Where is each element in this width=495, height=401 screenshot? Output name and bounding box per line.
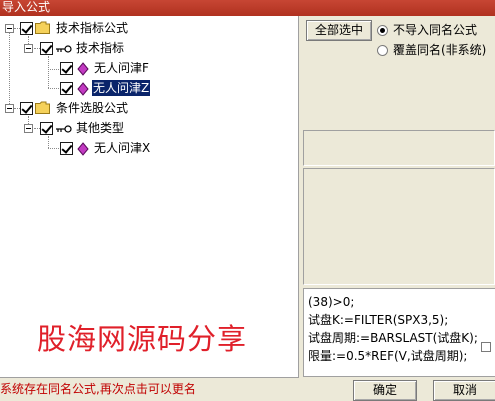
tree-node-label: 技术指标公式 (56, 21, 129, 35)
diamond-icon (76, 142, 90, 159)
radio-label: 不导入同名公式 (393, 23, 478, 37)
title-bar: 导入公式 (0, 0, 495, 16)
diamond-icon (76, 62, 90, 79)
radio-overwrite-duplicates[interactable]: 覆盖同名(非系统) (377, 42, 495, 58)
select-all-button[interactable]: 全部选中 (306, 20, 372, 41)
folder-icon (35, 21, 50, 37)
collapse-toggle[interactable] (5, 104, 14, 113)
tree-node-label: 无人问津X (94, 141, 151, 155)
node-checkbox[interactable] (20, 102, 33, 115)
diamond-icon (76, 82, 90, 99)
tree-node-label: 无人问津Z (92, 80, 151, 96)
tree-node-formula-group[interactable]: 技术指标公式 (0, 20, 200, 38)
info-panel-lower (303, 168, 495, 285)
tree-node-label: 其他类型 (76, 121, 125, 135)
collapse-toggle[interactable] (24, 124, 33, 133)
formula-tree[interactable]: 技术指标公式 技术指标 无人问津F 无人问津Z 条件选股公式 其他类型 无人问津… (0, 16, 299, 378)
tree-node-label: 无人问津F (94, 61, 149, 75)
radio-skip-duplicates[interactable]: 不导入同名公式 (377, 22, 495, 38)
tree-node-formula[interactable]: 无人问津F (0, 60, 200, 78)
radio-button[interactable] (377, 25, 388, 36)
cancel-button[interactable]: 取消 (433, 380, 495, 401)
collapse-toggle[interactable] (24, 44, 33, 53)
node-checkbox[interactable] (60, 82, 73, 95)
preview-option-checkbox[interactable] (481, 342, 491, 352)
formula-key-icon (56, 123, 72, 137)
radio-label: 覆盖同名(非系统) (393, 43, 487, 57)
node-checkbox[interactable] (40, 42, 53, 55)
info-panel-upper (303, 130, 495, 166)
radio-button[interactable] (377, 45, 388, 56)
formula-preview[interactable]: (38)>0; 试盘K:=FILTER(SPX3,5); 试盘周期:=BARSL… (303, 288, 495, 377)
node-checkbox[interactable] (20, 22, 33, 35)
formula-line: (38)>0; (308, 295, 355, 309)
tree-node-category[interactable]: 其他类型 (0, 120, 200, 138)
tree-node-formula[interactable]: 无人问津X (0, 140, 200, 158)
formula-key-icon (56, 43, 72, 57)
folder-icon (35, 101, 50, 117)
tree-node-label: 条件选股公式 (56, 101, 129, 115)
window-title: 导入公式 (2, 0, 51, 14)
tree-node-formula-group[interactable]: 条件选股公式 (0, 100, 200, 118)
tree-node-category[interactable]: 技术指标 (0, 40, 200, 58)
ok-button[interactable]: 确定 (353, 380, 417, 401)
node-checkbox[interactable] (60, 142, 73, 155)
node-checkbox[interactable] (40, 122, 53, 135)
node-checkbox[interactable] (60, 62, 73, 75)
tree-node-formula-selected[interactable]: 无人问津Z (0, 80, 200, 98)
formula-line: 试盘K:=FILTER(SPX3,5); (308, 313, 449, 327)
watermark-text: 股海网源码分享 (37, 322, 248, 356)
tree-node-label: 技术指标 (76, 41, 125, 55)
collapse-toggle[interactable] (5, 24, 14, 33)
formula-line: 限量:=0.5*REF(V,试盘周期); (308, 349, 468, 363)
status-message: 系统存在同名公式,再次点击可以更名 (0, 382, 196, 396)
formula-line: 试盘周期:=BARSLAST(试盘K); (308, 331, 478, 345)
